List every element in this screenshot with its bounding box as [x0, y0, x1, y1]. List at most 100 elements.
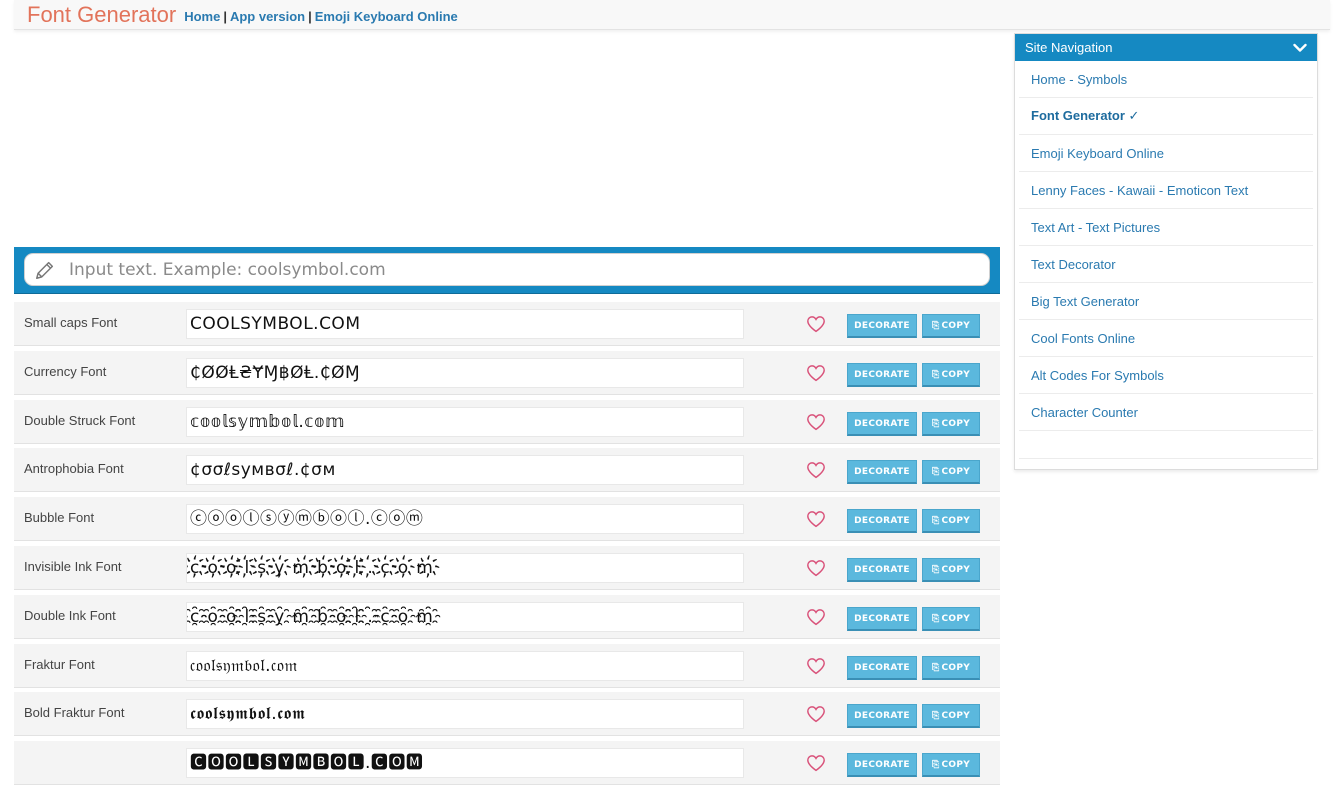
decorate-button[interactable]: DECORATE — [847, 606, 917, 631]
nav-link-emoji-keyboard[interactable]: Emoji Keyboard Online — [315, 9, 458, 24]
copy-icon: ⎘ — [931, 418, 940, 429]
heart-icon[interactable] — [806, 559, 826, 577]
brand-title[interactable]: Font Generator — [27, 1, 176, 29]
decorate-button[interactable]: DECORATE — [847, 753, 917, 778]
copy-label: COPY — [941, 369, 971, 380]
copy-button[interactable]: ⎘ COPY — [922, 362, 980, 387]
pencil-icon — [33, 258, 57, 282]
copy-icon: ⎘ — [931, 321, 940, 331]
heart-icon[interactable] — [806, 461, 826, 479]
font-row-sample[interactable]: 𝖈𝖔𝖔𝖑𝖘𝖞𝖒𝖇𝖔𝖑.𝖈𝖔𝖒 — [186, 699, 744, 730]
sidebar-item[interactable]: Alt Codes For Symbols — [1019, 357, 1313, 394]
sidebar-item[interactable]: Character Counter — [1019, 394, 1313, 431]
sidebar-item[interactable]: Lenny Faces - Kawaii - Emoticon Text — [1019, 172, 1313, 209]
copy-icon: ⎘ — [931, 711, 940, 722]
search-bar — [14, 247, 1000, 294]
nav-link-home[interactable]: Home — [184, 9, 220, 24]
heart-icon[interactable] — [806, 315, 826, 333]
copy-label: COPY — [941, 662, 971, 673]
copy-button[interactable]: ⎘ COPY — [922, 314, 980, 338]
sidebar-item[interactable]: Text Art - Text Pictures — [1019, 209, 1313, 246]
copy-button[interactable]: ⎘ COPY — [922, 411, 980, 436]
decorate-button[interactable]: DECORATE — [847, 655, 917, 680]
decorate-button[interactable]: DECORATE — [847, 411, 917, 436]
nav-separator: | — [308, 8, 312, 24]
decorate-button[interactable]: DECORATE — [847, 704, 917, 729]
nav-link-app-version[interactable]: App version — [230, 9, 305, 24]
copy-label: COPY — [941, 516, 971, 527]
sidebar-item[interactable]: Cool Fonts Online — [1019, 320, 1313, 357]
copy-icon: ⎘ — [931, 613, 940, 624]
font-row-label: Bubble Font — [24, 510, 95, 526]
decorate-button[interactable]: DECORATE — [847, 509, 917, 534]
copy-button[interactable]: ⎘ COPY — [922, 557, 980, 582]
copy-label: COPY — [941, 613, 971, 624]
font-row-sample[interactable]: 🅲🅾🅾🅻🆂🆈🅼🅱🅾🅻.🅲🅾🅼 — [186, 748, 744, 779]
font-row-label: Fraktur Font — [24, 656, 95, 672]
copy-icon: ⎘ — [931, 467, 940, 478]
font-row-sample[interactable]: 𝕔𝕠𝕠𝕝𝕤𝕪𝕞𝕓𝕠𝕝.𝕔𝕠𝕞 — [186, 406, 744, 437]
font-row-label: Antrophobia Font — [24, 461, 124, 477]
copy-button[interactable]: ⎘ COPY — [922, 460, 980, 485]
copy-icon: ⎘ — [931, 516, 940, 527]
sidebar-item[interactable]: Home - Symbols — [1019, 61, 1313, 98]
font-row: Small caps Font COOLSYMBOL.COM DECORATE … — [14, 302, 1000, 346]
heart-icon[interactable] — [806, 657, 826, 675]
decorate-button[interactable]: DECORATE — [847, 557, 917, 582]
sidebar-item[interactable]: Big Text Generator — [1019, 283, 1313, 320]
copy-icon: ⎘ — [931, 760, 940, 771]
search-input[interactable] — [67, 258, 951, 281]
heart-icon[interactable] — [806, 510, 826, 528]
heart-icon[interactable] — [806, 705, 826, 723]
font-row-label: Invisible Ink Font — [24, 558, 122, 574]
font-row-sample[interactable]: COOLSYMBOL.COM — [186, 309, 744, 339]
sidebar-item[interactable]: Emoji Keyboard Online — [1019, 135, 1313, 172]
copy-icon: ⎘ — [931, 564, 940, 575]
font-row-label: Small caps Font — [24, 315, 118, 330]
font-row-label: Double Struck Font — [24, 412, 136, 428]
font-row-sample[interactable]: ⓒⓞⓞⓛⓢⓨⓜⓑⓞⓛ.ⓒⓞⓜ — [186, 504, 744, 535]
copy-label: COPY — [941, 760, 971, 771]
decorate-button[interactable]: DECORATE — [847, 460, 917, 485]
copy-label: COPY — [941, 418, 971, 429]
heart-icon[interactable] — [806, 754, 826, 772]
font-row: Antrophobia Font ¢σσℓѕумвσℓ.¢σм DECORATE… — [14, 448, 1000, 493]
search-box — [24, 253, 990, 286]
copy-button[interactable]: ⎘ COPY — [922, 509, 980, 534]
copy-icon: ⎘ — [931, 369, 940, 380]
copy-label: COPY — [941, 467, 971, 478]
copy-label: COPY — [941, 711, 971, 722]
font-list: Small caps Font COOLSYMBOL.COM DECORATE … — [14, 302, 1000, 790]
font-row: Fraktur Font 𝔠𝔬𝔬𝔩𝔰𝔶𝔪𝔟𝔬𝔩.𝔠𝔬𝔪 DECORATE ⎘ CO… — [14, 643, 1000, 688]
copy-button[interactable]: ⎘ COPY — [922, 655, 980, 680]
decorate-button[interactable]: DECORATE — [847, 314, 917, 338]
copy-button[interactable]: ⎘ COPY — [922, 704, 980, 729]
chevron-down-icon[interactable] — [1293, 43, 1307, 53]
font-row-sample[interactable]: c҈o҈o҈l҈s҈y҈m҈b҈o҈l҈.҈c҈o҈m҈ — [186, 601, 744, 632]
sidebar-spacer — [1019, 431, 1313, 459]
font-row: Currency Font ₵ØØⱠ₴ɎⱮ฿ØⱠ.₵ØⱮ DECORATE ⎘ C… — [14, 350, 1000, 395]
font-row-label: Currency Font — [24, 363, 107, 379]
font-row-label: Bold Fraktur Font — [24, 705, 125, 721]
heart-icon[interactable] — [806, 608, 826, 626]
font-row-sample[interactable]: ₵ØØⱠ₴ɎⱮ฿ØⱠ.₵ØⱮ — [186, 357, 744, 388]
copy-icon: ⎘ — [931, 662, 940, 673]
font-row-label: Double Ink Font — [24, 607, 116, 623]
copy-label: COPY — [941, 564, 971, 575]
decorate-button[interactable]: DECORATE — [847, 362, 917, 387]
font-row: Invisible Ink Font c҉o҉o҉l҉s҉y҉m҉b҉o҉l҉.… — [14, 545, 1000, 590]
header-nav: Home | App version | Emoji Keyboard Onli… — [184, 9, 458, 24]
site-navigation-header[interactable]: Site Navigation — [1015, 34, 1317, 61]
heart-icon[interactable] — [806, 364, 826, 382]
top-header: Font Generator Home | App version | Emoj… — [14, 0, 1330, 30]
font-row-sample[interactable]: 𝔠𝔬𝔬𝔩𝔰𝔶𝔪𝔟𝔬𝔩.𝔠𝔬𝔪 — [186, 650, 744, 681]
sidebar-item[interactable]: Font Generator ✓ — [1019, 98, 1313, 135]
copy-button[interactable]: ⎘ COPY — [922, 606, 980, 631]
copy-button[interactable]: ⎘ COPY — [922, 753, 980, 778]
sidebar-item[interactable]: Text Decorator — [1019, 246, 1313, 283]
font-row-sample[interactable]: ¢σσℓѕумвσℓ.¢σм — [186, 455, 744, 486]
nav-separator: | — [223, 8, 227, 24]
site-navigation-list: Home - Symbols Font Generator ✓ Emoji Keyb… — [1015, 61, 1317, 459]
heart-icon[interactable] — [806, 413, 826, 431]
font-row-sample[interactable]: c҉o҉o҉l҉s҉y҉m҉b҉o҉l҉.҉c҉o҉m҉ — [186, 552, 744, 583]
